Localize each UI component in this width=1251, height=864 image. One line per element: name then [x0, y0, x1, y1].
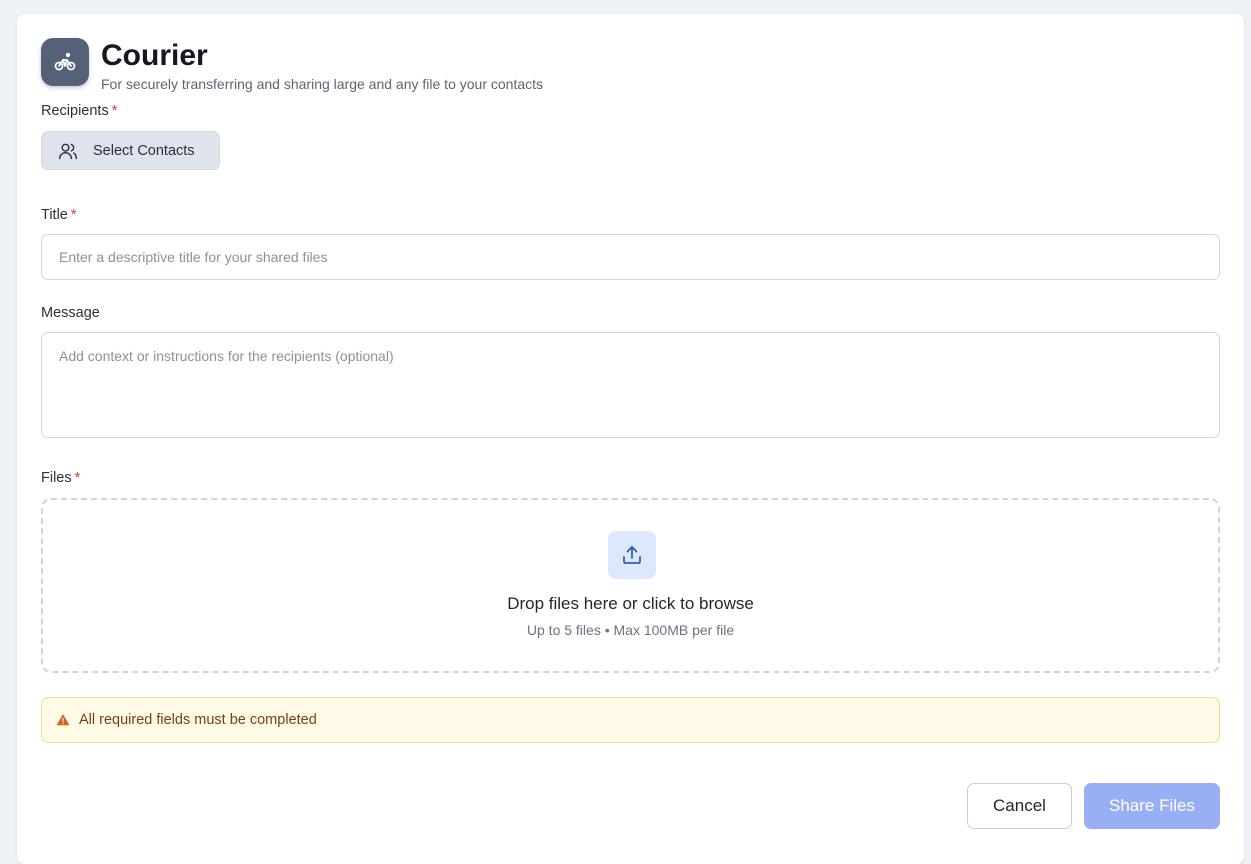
bicycle-icon [41, 38, 89, 86]
files-label-text: Files [41, 470, 72, 486]
title-label: Title * [41, 207, 77, 223]
warning-icon [56, 713, 70, 727]
required-mark: * [111, 103, 118, 119]
upload-icon [608, 531, 656, 579]
app-title: Courier [101, 39, 208, 72]
message-label: Message [41, 305, 100, 321]
file-dropzone[interactable]: Drop files here or click to browse Up to… [41, 498, 1220, 673]
required-mark: * [70, 207, 77, 223]
courier-card: Courier For securely transferring and sh… [17, 14, 1244, 864]
select-contacts-label: Select Contacts [93, 142, 195, 159]
app-subtitle: For securely transferring and sharing la… [101, 76, 544, 92]
alert-text: All required fields must be completed [79, 712, 317, 728]
select-contacts-button[interactable]: Select Contacts [41, 131, 220, 170]
dropzone-hint: Up to 5 files • Max 100MB per file [526, 622, 735, 638]
required-mark: * [74, 470, 81, 486]
files-label: Files * [41, 470, 80, 486]
recipients-label-text: Recipients [41, 103, 109, 119]
message-textarea[interactable]: Add context or instructions for the reci… [41, 332, 1220, 438]
recipients-label: Recipients * [41, 103, 117, 119]
header: Courier For securely transferring and sh… [41, 38, 543, 93]
users-icon [58, 141, 78, 161]
cancel-button[interactable]: Cancel [967, 783, 1072, 829]
dropzone-title: Drop files here or click to browse [507, 594, 754, 613]
validation-alert: All required fields must be completed [41, 697, 1220, 743]
title-label-text: Title [41, 207, 68, 223]
share-files-button[interactable]: Share Files [1084, 783, 1220, 829]
title-input[interactable]: Enter a descriptive title for your share… [41, 234, 1220, 280]
